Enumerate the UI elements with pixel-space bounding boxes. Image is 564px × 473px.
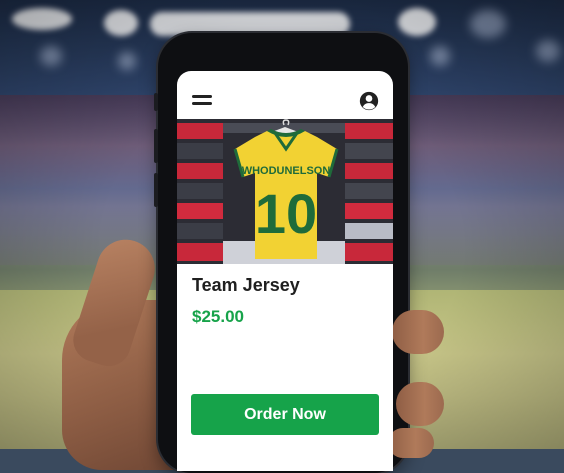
phone-side-button — [154, 93, 158, 111]
phone-side-button — [154, 129, 158, 163]
order-now-button[interactable]: Order Now — [191, 394, 379, 435]
product-price: $25.00 — [192, 307, 244, 326]
hand-finger — [396, 382, 444, 426]
hamburger-menu-icon[interactable] — [192, 95, 212, 107]
hand-finger — [388, 428, 434, 458]
jersey-name: WHODUNELSON — [242, 165, 331, 177]
product-title: Team Jersey — [192, 275, 300, 295]
jersey-number: 10 — [255, 182, 317, 245]
product-image[interactable]: WHODUNELSON 10 — [177, 119, 393, 264]
app-header — [177, 71, 393, 119]
account-circle-icon[interactable] — [359, 91, 379, 111]
phone-side-button — [154, 173, 158, 207]
app-screen: WHODUNELSON 10 Team Jersey $25.00 Order … — [177, 71, 393, 471]
hand-finger — [392, 310, 444, 354]
